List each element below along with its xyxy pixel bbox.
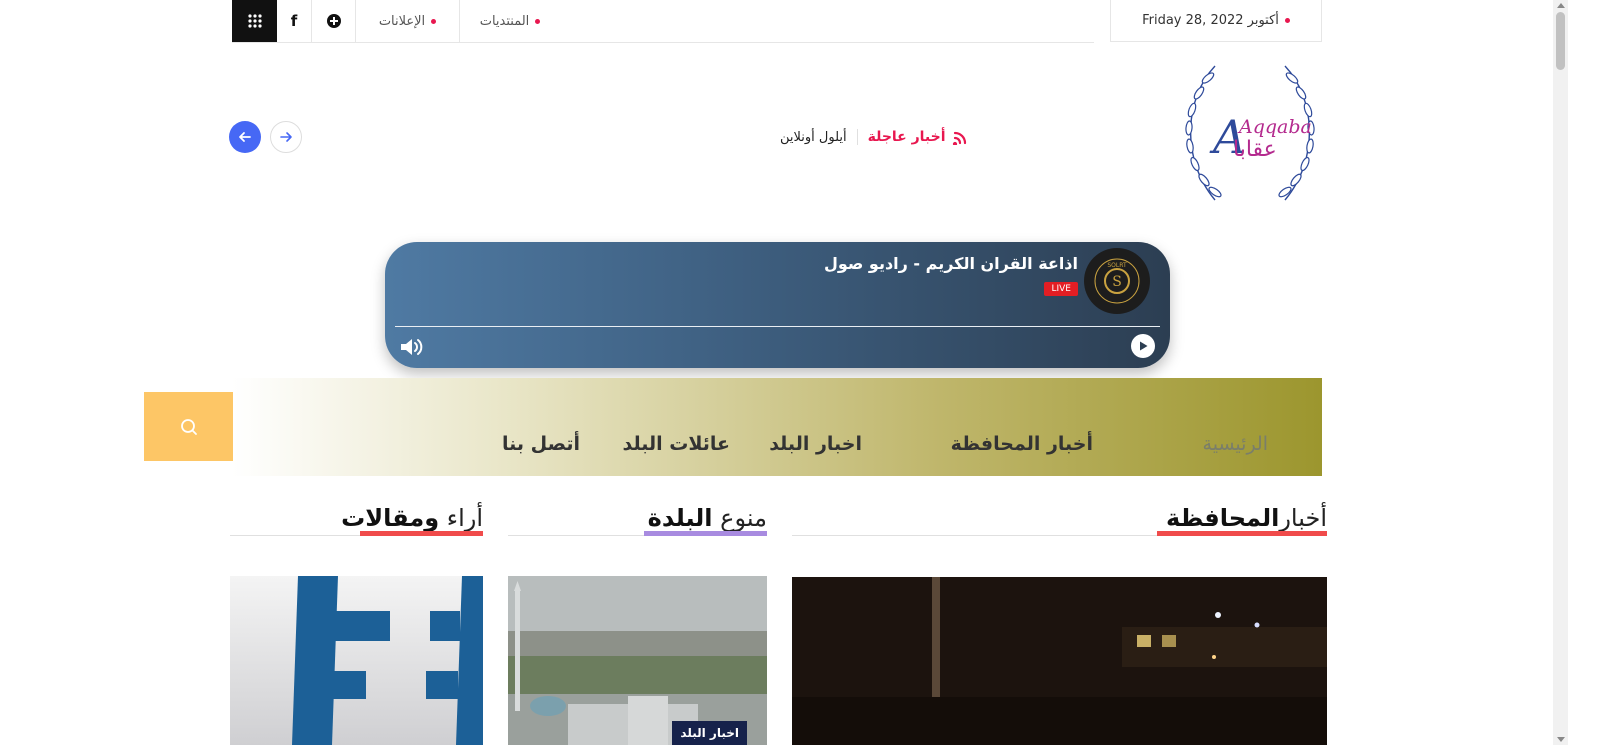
facebook-icon-label: f: [290, 12, 298, 30]
breaking-next-button[interactable]: [270, 121, 302, 153]
town-article-image[interactable]: اخبار البلد: [508, 576, 767, 745]
section-title-bold: المحافظة: [1166, 504, 1280, 532]
menu-item-town-families[interactable]: عائلات البلد: [622, 433, 730, 455]
section-underline: [360, 531, 483, 536]
top-bar: f الإعلانات المنتديات: [232, 0, 1094, 43]
section-title-opinions[interactable]: أراء ومقالات: [341, 504, 483, 532]
ads-link[interactable]: الإعلانات: [356, 0, 460, 42]
section-title-light: أراء: [446, 504, 483, 532]
governorate-article-image[interactable]: [792, 577, 1327, 745]
menu-item-contact[interactable]: أتصل بنا: [502, 433, 580, 455]
section-header-town: منوع البلدة: [508, 500, 767, 536]
page-scrollbar[interactable]: [1553, 0, 1568, 745]
live-badge: LIVE: [1044, 282, 1078, 296]
radio-badge-text: SOLRT: [1107, 262, 1127, 269]
tiktok-icon[interactable]: [312, 0, 356, 42]
section-header-governorate: أخبارالمحافظة: [792, 500, 1327, 536]
section-title-town[interactable]: منوع البلدة: [648, 504, 767, 532]
radio-title: اذاعة القران الكريم - راديو صول: [823, 254, 1078, 273]
facebook-icon[interactable]: f: [277, 0, 312, 42]
site-logo[interactable]: A Aqqaba عقابا: [1175, 58, 1325, 206]
search-icon: [180, 418, 197, 435]
breaking-headline-link[interactable]: أيلول أونلاين: [780, 130, 847, 145]
date-display: Friday 28, أكتوبر 2022: [1110, 0, 1322, 42]
scroll-up-arrow-icon[interactable]: [1557, 3, 1565, 8]
apps-grid-icon[interactable]: [232, 0, 277, 42]
search-button[interactable]: [144, 392, 233, 461]
opinions-article-image[interactable]: [230, 576, 483, 745]
play-icon: [1140, 341, 1148, 351]
breaking-news-ticker: أخبار عاجلة أيلول أونلاين: [780, 124, 990, 150]
section-title-governorate[interactable]: أخبارالمحافظة: [1166, 504, 1327, 532]
scroll-thumb[interactable]: [1556, 12, 1565, 70]
bullet-dot: [535, 18, 541, 24]
radio-station-logo: S SOLRT: [1084, 248, 1150, 314]
svg-text:S: S: [1112, 274, 1122, 290]
logo-latin: Aqqaba: [1237, 116, 1312, 138]
section-underline: [1157, 531, 1327, 536]
ads-link-label: الإعلانات: [378, 13, 426, 29]
menu-item-home[interactable]: الرئيسية: [1203, 433, 1268, 455]
section-header-opinions: أراء ومقالات: [230, 500, 483, 536]
menu-item-town-news[interactable]: اخبار البلد: [769, 433, 862, 455]
section-underline: [644, 531, 767, 536]
breaking-news-label: أخبار عاجلة: [856, 129, 970, 145]
section-title-light: منوع: [720, 504, 767, 532]
main-menu: [232, 378, 1322, 476]
arrow-left-icon: [239, 132, 251, 142]
divider: [459, 0, 460, 42]
breaking-prev-button[interactable]: [229, 121, 261, 153]
scroll-down-arrow-icon[interactable]: [1557, 737, 1565, 742]
volume-button[interactable]: [399, 336, 425, 358]
forums-link-label: المنتديات: [479, 13, 530, 29]
volume-icon: [401, 339, 423, 355]
radio-progress-bar[interactable]: [395, 326, 1160, 327]
breaking-news-text: أخبار عاجلة: [867, 129, 946, 145]
logo-arabic: عقابا: [1233, 137, 1277, 162]
menu-item-governorate-news[interactable]: أخبار المحافظة: [951, 433, 1093, 455]
play-button[interactable]: [1131, 334, 1155, 358]
section-title-bold: ومقالات: [341, 504, 440, 532]
arrow-right-icon: [280, 132, 292, 142]
category-tag[interactable]: اخبار البلد: [672, 721, 747, 745]
section-title-bold: البلدة: [647, 504, 713, 532]
broadcast-icon: [952, 131, 966, 145]
bullet-dot: [1284, 18, 1290, 23]
radio-player: S SOLRT اذاعة القران الكريم - راديو صول …: [385, 242, 1170, 368]
current-date: Friday 28, أكتوبر 2022: [1142, 13, 1279, 28]
bullet-dot: [431, 18, 437, 24]
section-title-light: أخبار: [1279, 504, 1327, 532]
forums-link[interactable]: المنتديات: [460, 0, 560, 42]
